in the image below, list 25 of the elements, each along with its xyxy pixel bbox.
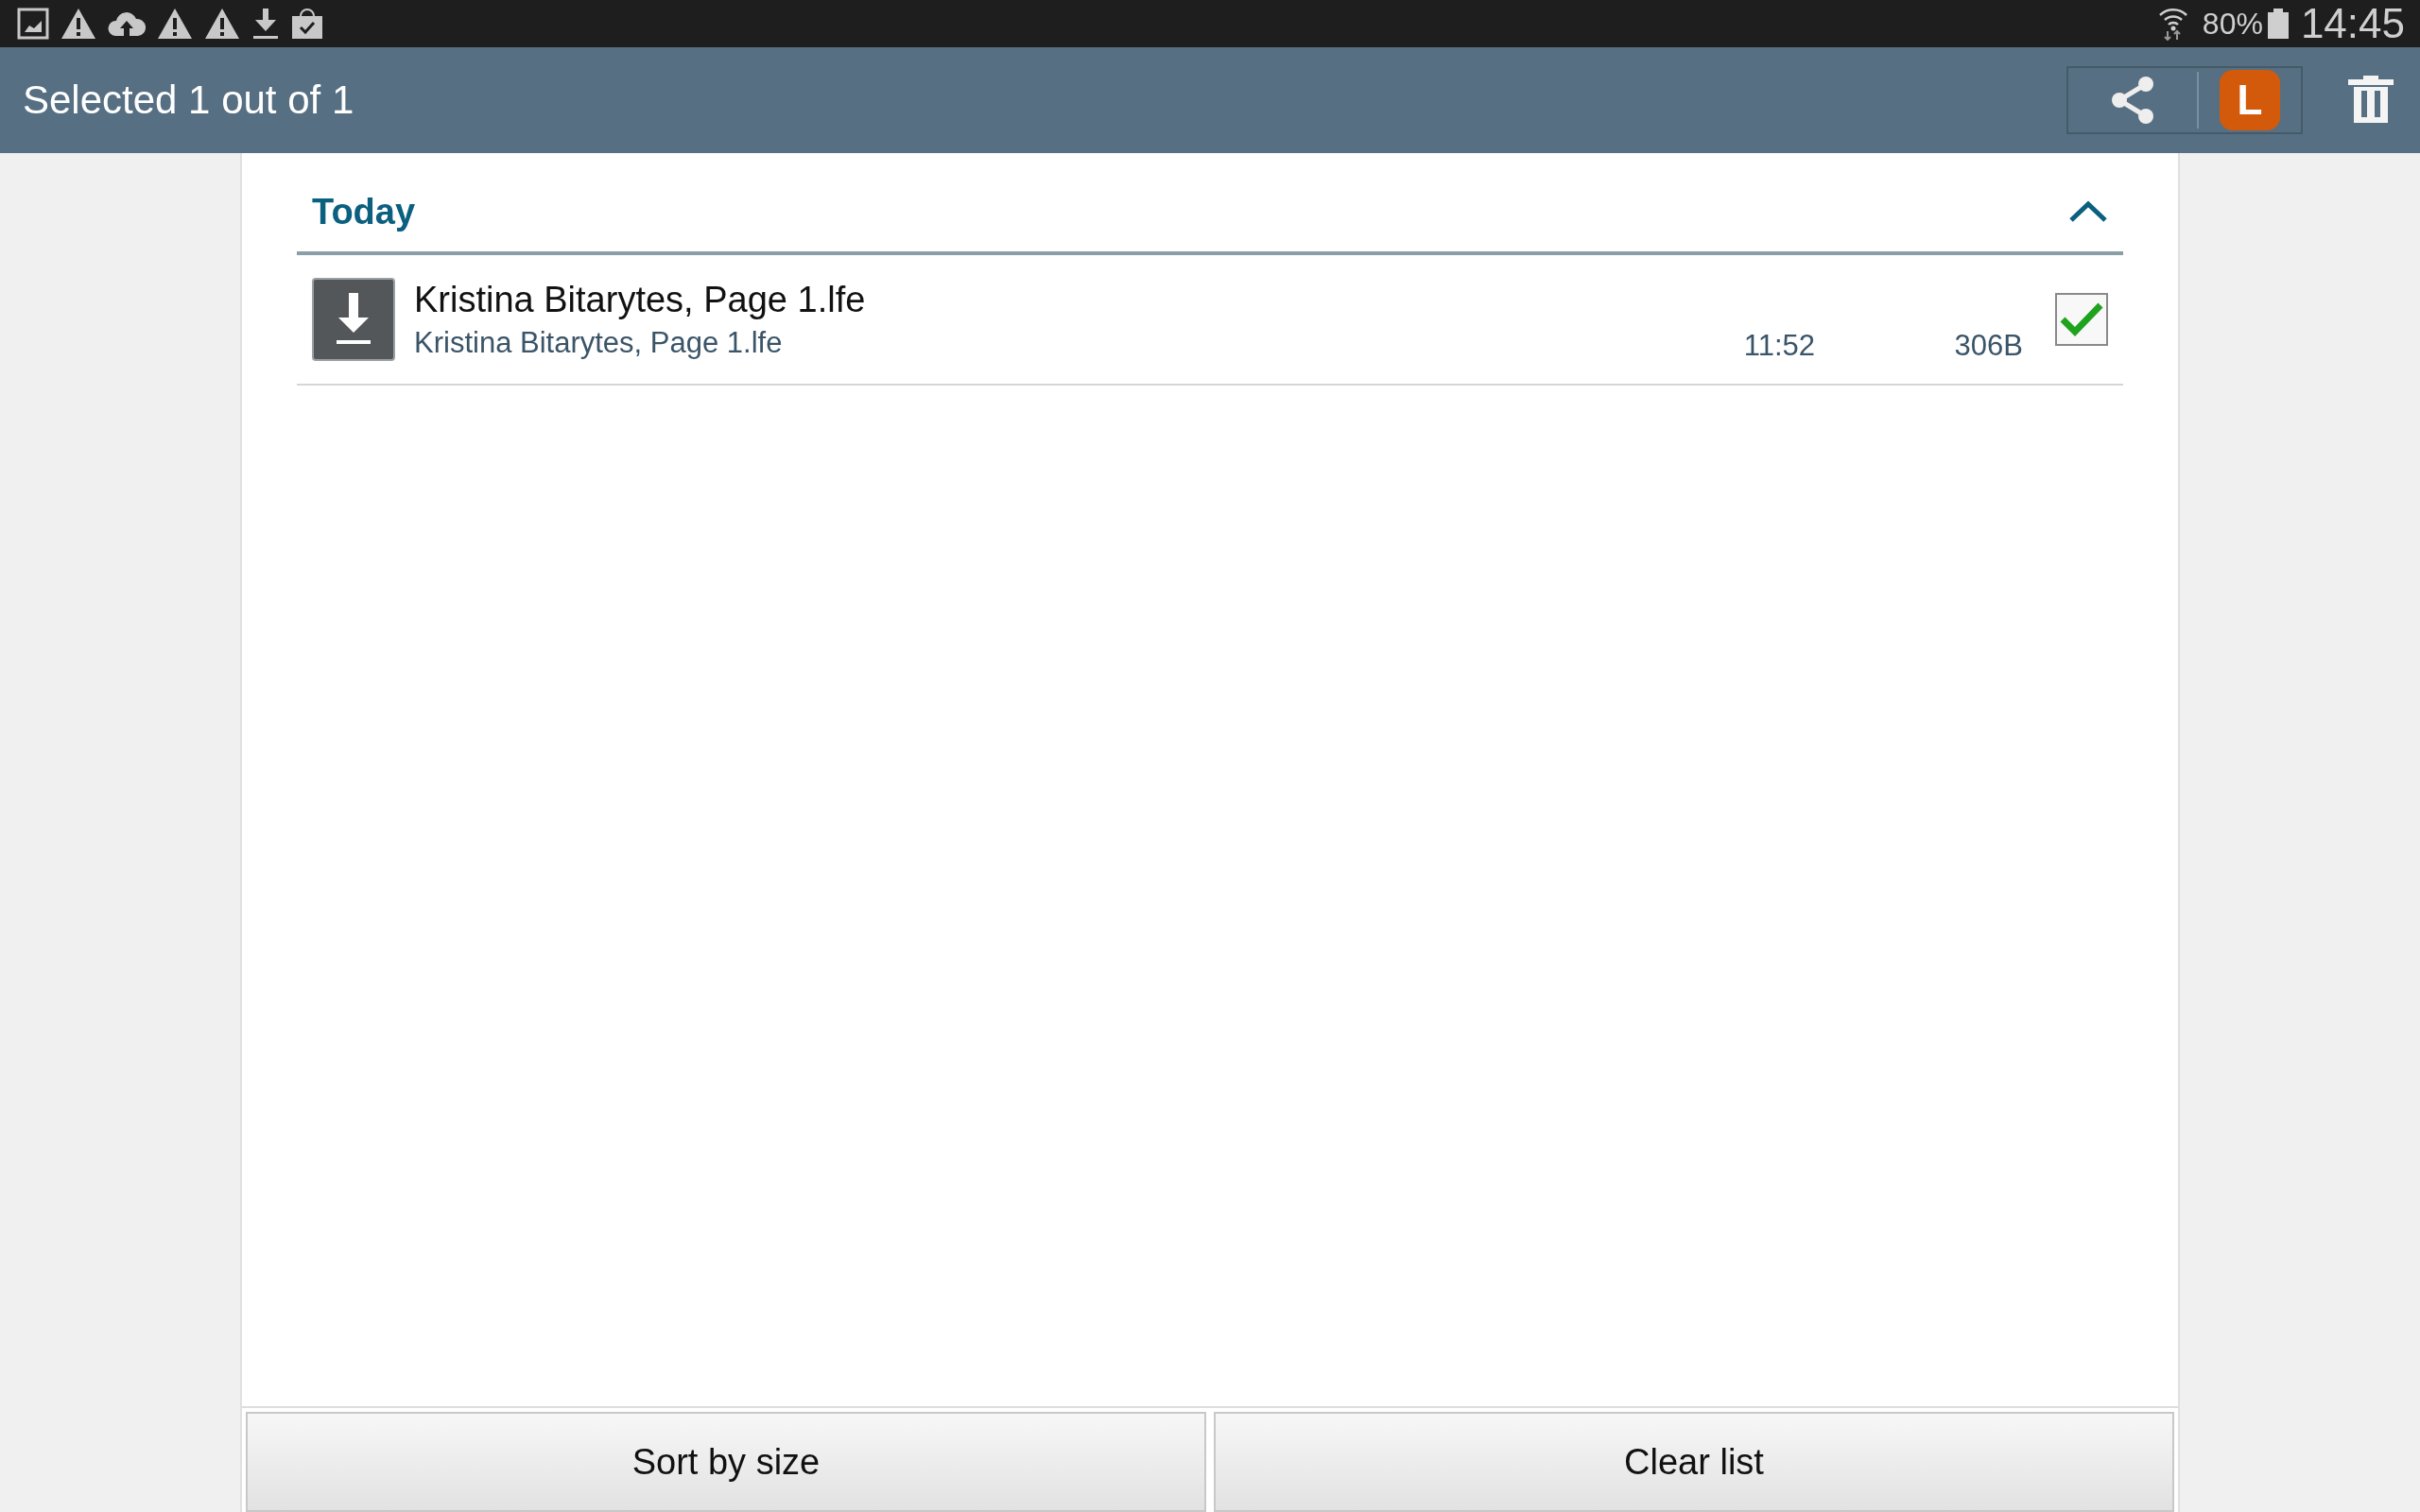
- clock: 14:45: [2300, 0, 2405, 47]
- shopping-bag-icon: [291, 7, 323, 41]
- collapse-toggle[interactable]: [2068, 199, 2108, 224]
- selection-title: Selected 1 out of 1: [23, 77, 355, 123]
- trash-icon: [2348, 76, 2394, 125]
- download-icon: [251, 7, 280, 41]
- warning-icon: [157, 7, 193, 41]
- file-name: Kristina Bitarytes, Page 1.lfe: [414, 279, 867, 320]
- warning-icon: [204, 7, 240, 41]
- bottom-button[interactable]: Sort by size: [246, 1412, 1206, 1512]
- cloud-upload-icon: [108, 9, 146, 38]
- checkbox[interactable]: [2055, 293, 2108, 346]
- file-subtitle: Kristina Bitarytes, Page 1.lfe: [414, 325, 784, 360]
- battery-icon: [2266, 9, 2290, 39]
- warning-icon: [60, 7, 96, 41]
- chevron-icon: [2068, 199, 2108, 224]
- download-time: 11:52: [1742, 329, 1815, 363]
- picture-icon: [17, 8, 49, 40]
- section-header: Today: [312, 191, 416, 232]
- file-size: 306B: [1953, 329, 2023, 363]
- checkmark-icon: [2060, 301, 2103, 337]
- download-file-icon: [312, 278, 395, 361]
- app-shortcut-button[interactable]: L: [2220, 70, 2280, 130]
- battery-percentage: 80%: [2202, 6, 2263, 42]
- bottom-button[interactable]: Clear list: [1214, 1412, 2174, 1512]
